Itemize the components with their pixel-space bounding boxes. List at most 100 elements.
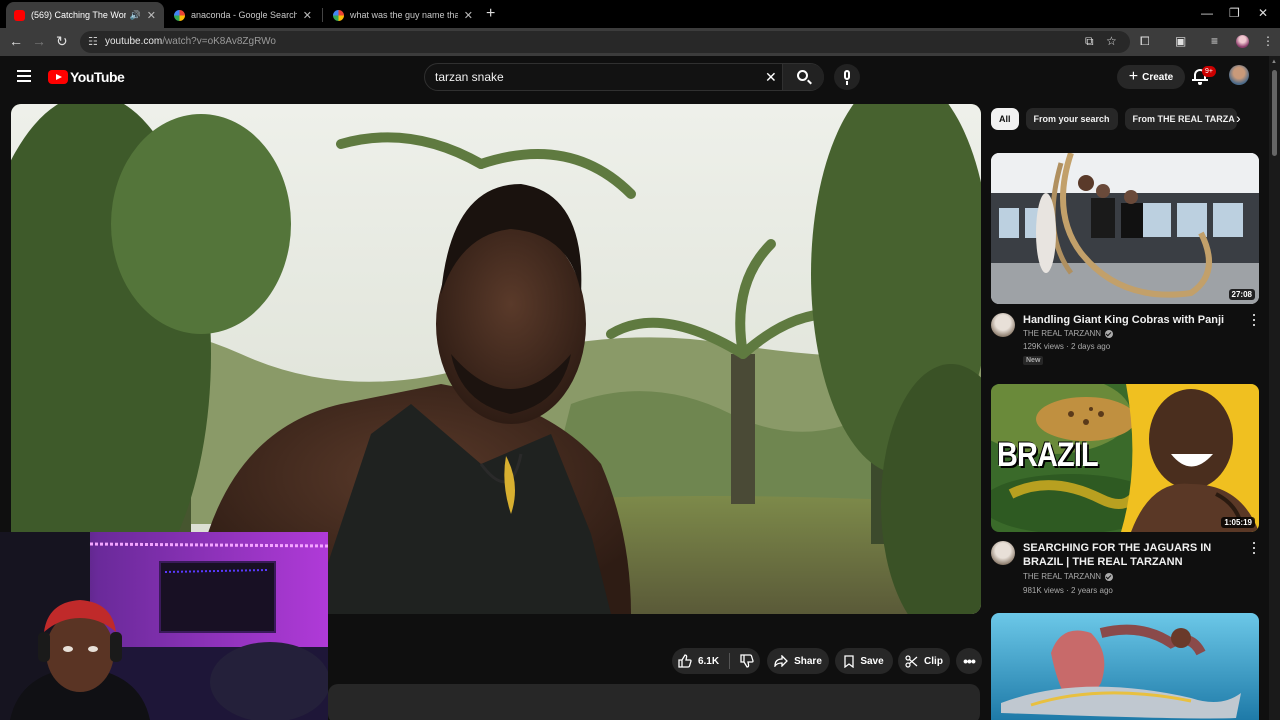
thumbnail-cobras (991, 153, 1259, 304)
video-duration: 1:05:19 (1221, 517, 1255, 528)
youtube-play-icon (48, 70, 68, 84)
browser-tab-question[interactable]: what was the guy name that go ✕ (325, 2, 481, 28)
more-horizontal-icon: ••• (963, 653, 976, 669)
video-duration: 27:08 (1228, 289, 1255, 300)
like-button[interactable]: 6.1K (678, 654, 719, 668)
upload-age: 2 years ago (1071, 586, 1113, 595)
close-window-icon[interactable]: ✕ (1258, 6, 1268, 20)
browser-toolbar: ← → ↻ ☷ youtube.com/watch?v=oK8Av8ZgRWo … (0, 28, 1280, 56)
like-dislike-group: 6.1K (672, 648, 760, 674)
more-vertical-icon[interactable] (1249, 541, 1259, 555)
tab-title: anaconda - Google Search (191, 10, 297, 20)
browser-menu-icon[interactable]: ⋮ (1262, 34, 1274, 48)
channel-name-row[interactable]: THE REAL TARZANN (1023, 572, 1114, 581)
page-scrollbar[interactable]: ▲ (1269, 56, 1280, 720)
filter-chip-bar: All From your search From THE REAL TARZA (991, 108, 1244, 130)
like-divider (729, 653, 731, 669)
browser-tab-strip: (569) Catching The Worlds 🔊 ✕ anaconda -… (0, 0, 1280, 28)
thumbnail-underwater-fish (991, 613, 1259, 720)
extensions-icon[interactable]: ⧠ (1140, 34, 1150, 49)
guide-menu-icon[interactable] (17, 70, 31, 82)
url-host: youtube.com (105, 36, 163, 47)
thumbs-down-icon[interactable] (740, 654, 754, 668)
bookmark-icon (844, 654, 854, 668)
voice-search-button[interactable] (834, 64, 860, 90)
microphone-icon (844, 70, 850, 80)
search-button[interactable] (782, 64, 824, 90)
scissors-icon (905, 654, 918, 668)
create-button[interactable]: + Create (1117, 65, 1185, 89)
clip-button[interactable]: Clip (898, 648, 950, 674)
save-button[interactable]: Save (835, 648, 893, 674)
description-box[interactable] (328, 684, 980, 720)
video-title[interactable]: Handling Giant King Cobras with Panji (1023, 313, 1245, 327)
channel-avatar[interactable] (991, 313, 1015, 337)
channel-name: THE REAL TARZANN (1023, 329, 1102, 338)
chip-all[interactable]: All (991, 108, 1019, 130)
webcam-scene (0, 532, 328, 720)
chevron-right-icon[interactable]: › (1236, 110, 1241, 126)
address-bar[interactable]: ☷ youtube.com/watch?v=oK8Av8ZgRWo (80, 31, 1130, 53)
chip-from-your-search[interactable]: From your search (1025, 108, 1118, 130)
speaker-icon[interactable]: 🔊 (130, 10, 141, 21)
cast-icon[interactable]: ⧉ (1085, 34, 1094, 49)
youtube-masthead: YouTube ✕ + Create 9+ (0, 56, 1268, 100)
scroll-up-icon[interactable]: ▲ (1271, 59, 1277, 65)
channel-avatar[interactable] (991, 541, 1015, 565)
browser-tab-anaconda[interactable]: anaconda - Google Search ✕ (166, 2, 320, 28)
close-tab-icon[interactable]: ✕ (147, 9, 156, 22)
browser-profile-avatar[interactable] (1236, 35, 1249, 48)
recommendation-item[interactable]: 27:08 Handling Giant King Cobras with Pa… (991, 153, 1259, 373)
search-input[interactable] (435, 64, 755, 90)
thumbs-up-icon (678, 654, 692, 668)
like-count: 6.1K (697, 655, 720, 667)
back-icon[interactable]: ← (9, 33, 23, 49)
verified-check-icon (1105, 329, 1114, 338)
channel-name-row[interactable]: THE REAL TARZANN (1023, 329, 1114, 338)
reload-icon[interactable]: ↻ (56, 33, 68, 50)
account-avatar[interactable] (1229, 65, 1249, 85)
scrollbar-thumb[interactable] (1272, 70, 1277, 156)
url-text: youtube.com/watch?v=oK8Av8ZgRWo (105, 36, 276, 47)
close-tab-icon[interactable]: ✕ (303, 9, 312, 22)
sidepanel-icon[interactable]: ▣ (1175, 34, 1186, 48)
view-count: 129K views (1023, 342, 1064, 351)
video-thumbnail[interactable] (991, 613, 1259, 720)
upload-age: 2 days ago (1071, 342, 1111, 351)
video-title[interactable]: SEARCHING FOR THE JAGUARS IN BRAZIL | TH… (1023, 541, 1245, 569)
tab-divider (322, 8, 323, 22)
share-label: Share (794, 655, 822, 667)
recommendation-item[interactable] (991, 613, 1259, 720)
close-tab-icon[interactable]: ✕ (464, 9, 473, 22)
browser-tab-youtube[interactable]: (569) Catching The Worlds 🔊 ✕ (6, 2, 164, 28)
new-badge: New (1023, 356, 1044, 365)
youtube-logo[interactable]: YouTube (48, 69, 125, 85)
video-thumbnail[interactable]: 27:08 (991, 153, 1259, 304)
share-button[interactable]: Share (767, 648, 829, 674)
forward-icon[interactable]: → (32, 33, 46, 49)
recommendation-item[interactable]: BRAZIL 1:05:19 SEARCHING FOR THE JAGUARS… (991, 384, 1259, 604)
more-vertical-icon[interactable] (1249, 313, 1259, 327)
site-info-icon[interactable]: ☷ (88, 35, 98, 48)
video-meta: 129K views · 2 days ago (1023, 342, 1111, 351)
thumbnail-text: BRAZIL (997, 436, 1099, 474)
google-favicon-icon (174, 9, 185, 21)
share-arrow-icon (774, 655, 789, 667)
bookmark-star-icon[interactable]: ☆ (1106, 34, 1117, 48)
clear-search-icon[interactable]: ✕ (765, 69, 777, 86)
video-thumbnail[interactable]: BRAZIL 1:05:19 (991, 384, 1259, 532)
search-icon (797, 70, 808, 81)
more-actions-button[interactable]: ••• (956, 648, 982, 674)
media-control-icon[interactable]: ≡ (1211, 34, 1218, 48)
chip-from-channel[interactable]: From THE REAL TARZA (1124, 108, 1237, 130)
new-tab-icon[interactable]: + (486, 5, 495, 23)
view-count: 981K views (1023, 586, 1064, 595)
google-favicon-icon (333, 9, 344, 21)
tab-title: what was the guy name that go (350, 10, 458, 20)
restore-icon[interactable]: ❐ (1229, 6, 1240, 20)
verified-check-icon (1105, 572, 1114, 581)
minimize-icon[interactable]: — (1201, 6, 1213, 20)
youtube-favicon-icon (14, 9, 25, 21)
plus-icon: + (1128, 68, 1139, 85)
tab-title: (569) Catching The Worlds (31, 10, 126, 20)
